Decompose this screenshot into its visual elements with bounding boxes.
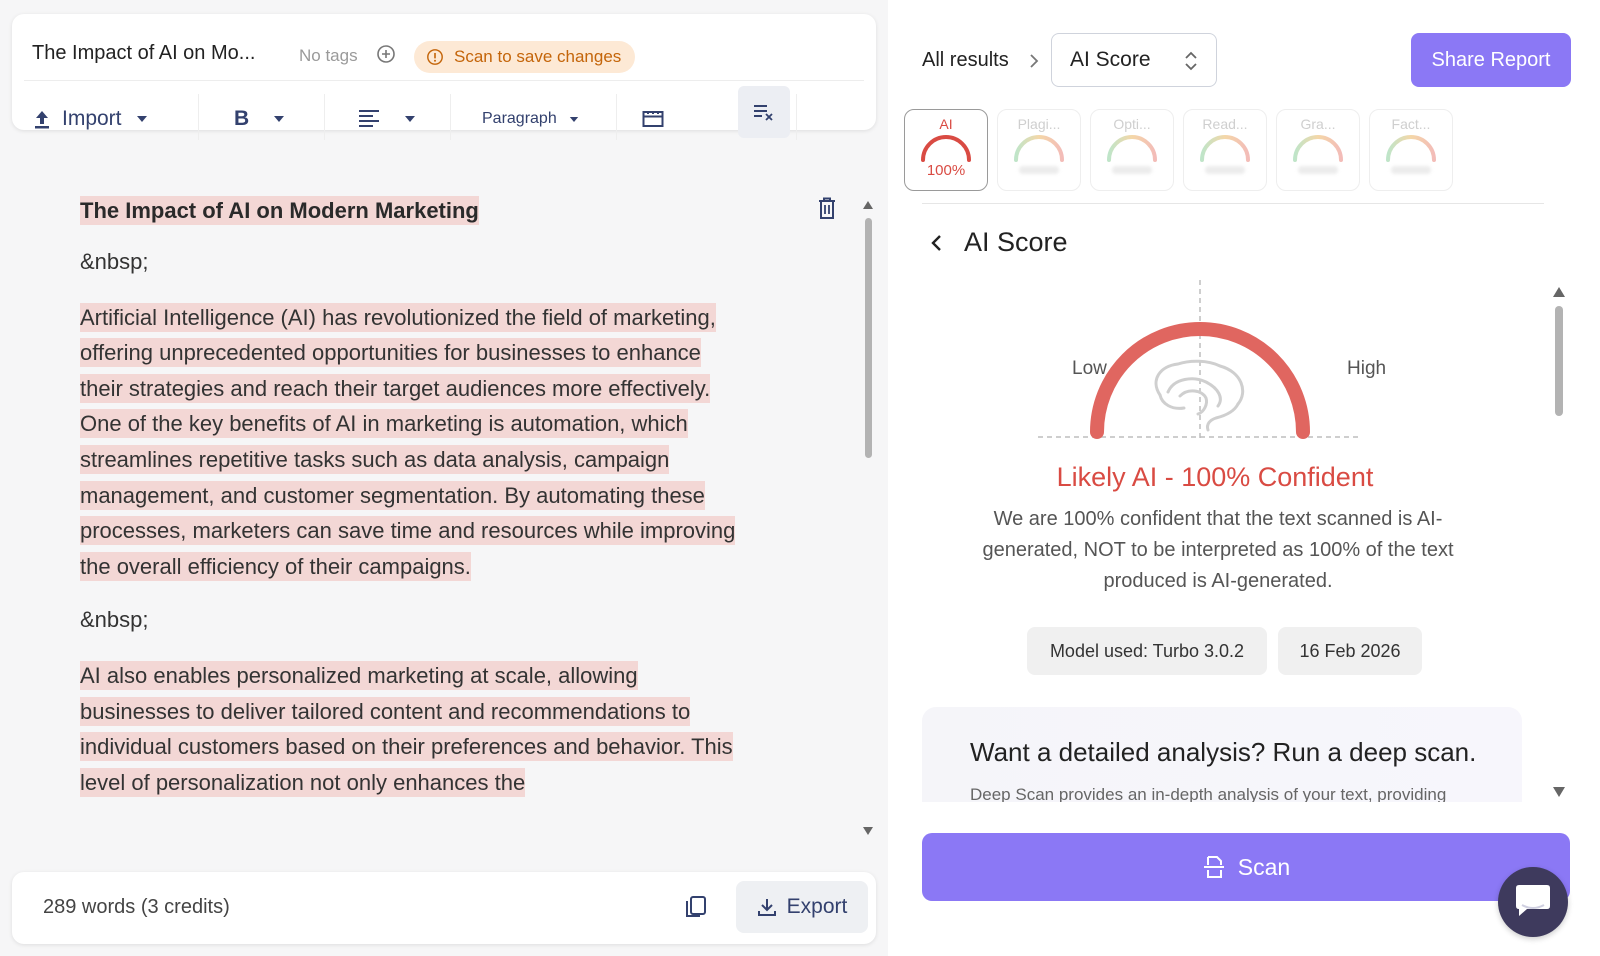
mini-gauge-icon [1386,135,1436,162]
mini-gauge-icon [1293,135,1343,162]
blurred-value [1298,166,1338,174]
tab-ai-score[interactable]: AI 100% [904,109,988,191]
deep-scan-title: Want a detailed analysis? Run a deep sca… [970,737,1477,767]
scan-date-badge: 16 Feb 2026 [1278,627,1422,675]
toolbar-separator [796,94,797,140]
word-count: 289 words (3 credits) [43,896,230,918]
results-scroll-thumb[interactable] [1555,306,1563,416]
trash-icon[interactable] [816,196,838,220]
scroll-up-arrow-icon[interactable] [862,200,874,210]
mini-gauge-icon [1014,135,1064,162]
toolbar-divider [24,80,864,81]
document-title: The Impact of AI on Modern Marketing [80,196,479,225]
result-view-value: AI Score [1070,48,1151,71]
document-editor[interactable]: The Impact of AI on Modern Marketing &nb… [80,196,740,852]
mini-gauge-icon [921,135,971,162]
tab-label: AI [939,116,953,132]
nbsp-line: &nbsp; [80,249,149,274]
tab-label: Plagi... [1017,116,1061,132]
tab-readability[interactable]: Read... [1183,109,1267,191]
gauge-high-label: High [1347,358,1387,379]
editor-pane: The Impact of AI on Mo... No tags Scan t… [0,0,888,956]
editor-toolbar-card: The Impact of AI on Mo... No tags Scan t… [12,14,876,140]
export-label: Export [786,895,848,918]
align-button[interactable] [358,96,416,142]
section-title: AI Score [964,227,1068,257]
results-pane: All results AI Score Share Report AI 100… [888,0,1600,956]
tab-label: Gra... [1300,116,1336,132]
bold-button[interactable]: B [234,96,285,142]
mini-gauge-icon [1200,135,1250,162]
select-arrows-icon [1185,51,1197,71]
toolbar-separator [616,94,617,140]
caret-down-icon [569,116,578,122]
breadcrumb-all-results[interactable]: All results [922,49,1009,72]
tab-grammar[interactable]: Gra... [1276,109,1360,191]
scan-notice-badge: Scan to save changes [414,41,636,73]
deep-scan-card: Want a detailed analysis? Run a deep sca… [922,707,1522,802]
align-left-icon [359,110,379,127]
scan-icon [1203,856,1224,878]
paragraph-style-dropdown[interactable]: Paragraph [482,96,579,142]
scan-notice-text: Scan to save changes [454,47,622,66]
export-button[interactable]: Export [736,881,868,933]
upload-icon [35,111,49,129]
caret-down-icon [136,116,147,122]
scroll-down-arrow-icon[interactable] [862,826,874,836]
doc-title[interactable]: The Impact of AI on Mo... [32,42,255,65]
blurred-value [1019,166,1059,174]
deep-scan-description: Deep Scan provides an in-depth analysis … [970,785,1447,802]
gauge-low-label: Low [1072,358,1107,379]
editor-scrollbar[interactable] [862,200,874,852]
add-tag-icon[interactable] [376,44,396,64]
import-button[interactable]: Import [32,96,148,142]
bold-label: B [234,107,250,130]
tab-label: Read... [1202,116,1248,132]
chevron-left-icon[interactable] [930,233,942,253]
import-label: Import [62,107,122,130]
caret-down-icon [405,116,415,122]
chat-support-button[interactable] [1498,867,1568,937]
paragraph: AI also enables personalized marketing a… [80,660,733,797]
chevron-right-icon [1030,54,1039,68]
tab-label: Opti... [1113,116,1151,132]
copy-icon[interactable] [683,894,709,920]
tab-label: Fact... [1391,116,1431,132]
share-report-button[interactable]: Share Report [1411,33,1571,87]
caret-down-icon [274,116,285,122]
editor-scroll-thumb[interactable] [865,218,872,458]
nbsp-line: &nbsp; [80,607,149,633]
toolbar-separator [324,94,325,140]
info-icon [427,49,443,65]
scroll-down-arrow-icon[interactable] [1552,786,1566,798]
tab-fact-check[interactable]: Fact... [1369,109,1453,191]
tab-optimization[interactable]: Opti... [1090,109,1174,191]
calendar-button[interactable] [642,96,664,142]
scroll-up-arrow-icon[interactable] [1552,286,1566,298]
tab-plagiarism[interactable]: Plagi... [997,109,1081,191]
model-used-badge: Model used: Turbo 3.0.2 [1027,627,1267,675]
blurred-value [1391,166,1431,174]
scan-label: Scan [1237,853,1291,880]
verdict-heading: Likely AI - 100% Confident [1056,462,1374,492]
scan-button[interactable]: Scan [922,833,1570,901]
editor-footer: 289 words (3 credits) Export [12,872,876,944]
verdict-description: We are 100% confident that the text scan… [982,508,1454,592]
chat-icon [1516,885,1550,916]
toolbar-separator [198,94,199,140]
paragraph: Artificial Intelligence (AI) has revolut… [80,302,736,581]
blurred-value [1112,166,1152,174]
blurred-value [1205,166,1245,174]
tabs-divider [922,203,1544,204]
clear-format-button[interactable] [738,86,790,138]
tags-label: No tags [299,46,358,65]
clear-format-icon [754,105,773,121]
download-icon [757,899,776,916]
toolbar-separator [450,94,451,140]
result-view-select[interactable]: AI Score [1051,33,1217,87]
tab-value: 100% [926,162,966,179]
paragraph-label: Paragraph [482,110,557,127]
mini-gauge-icon [1107,135,1157,162]
calendar-icon [642,111,664,127]
